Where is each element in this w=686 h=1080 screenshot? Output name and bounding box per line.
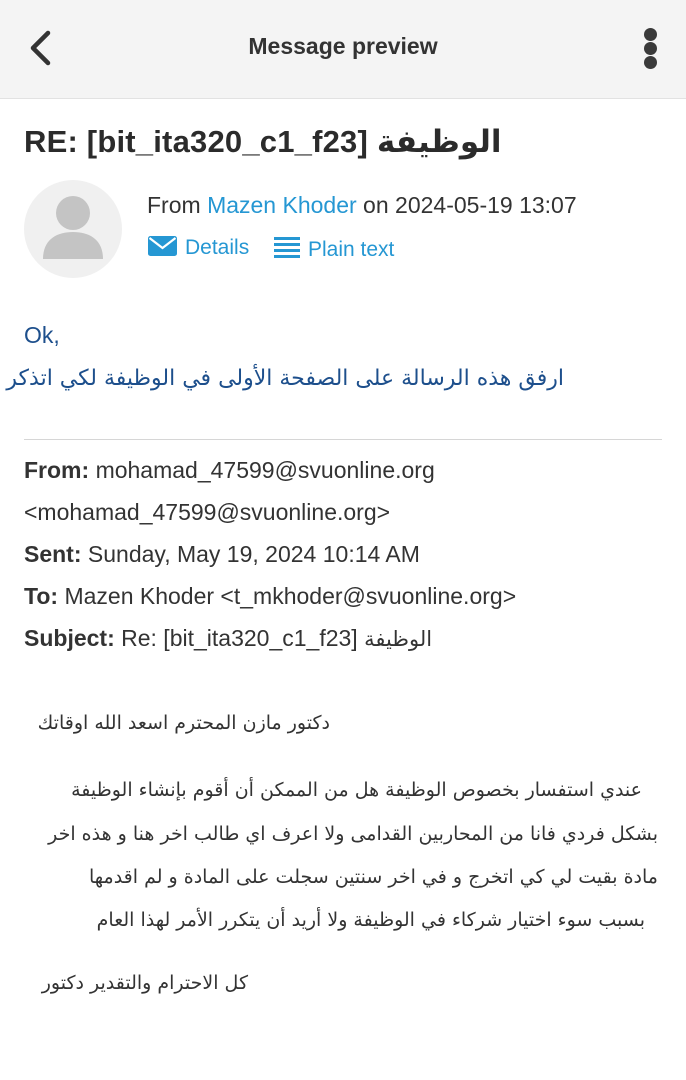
- quoted-subject-label: Subject:: [24, 625, 115, 651]
- quoted-paragraph-line: بشكل فردي فانا من المحاربين القدامى ولا …: [48, 823, 658, 845]
- sender-name-link[interactable]: Mazen Khoder: [207, 192, 357, 218]
- divider: [24, 439, 662, 440]
- body-line-1: Ok,: [24, 322, 60, 348]
- quoted-paragraph-line: مادة بقيت لي كي اتخرج و في اخر سنتين سجل…: [88, 866, 658, 888]
- details-label: Details: [185, 236, 250, 259]
- quoted-closing: كل الاحترام والتقدير دكتور: [41, 972, 248, 994]
- quoted-from-address: <mohamad_47599@svuonline.org>: [24, 499, 391, 525]
- quoted-sent-value: Sunday, May 19, 2024 10:14 AM: [87, 541, 420, 567]
- quoted-from-value: mohamad_47599@svuonline.org: [95, 457, 435, 483]
- quoted-subject-value: Re: [bit_ita320_c1_f23]: [121, 625, 358, 651]
- quoted-sent-label: Sent:: [24, 541, 82, 567]
- plain-text-label: Plain text: [308, 238, 395, 261]
- avatar: [24, 180, 122, 278]
- quoted-subject: Subject: Re: [bit_ita320_c1_f23] الوظيفة: [24, 625, 432, 652]
- on-label: on: [363, 192, 389, 218]
- from-label: From: [147, 192, 201, 218]
- list-lines-icon: [274, 237, 300, 258]
- message-subject: RE: [bit_ita320_c1_f23] الوظيفة: [24, 124, 502, 160]
- subject-arabic: الوظيفة: [376, 124, 502, 160]
- more-vertical-icon[interactable]: [636, 24, 666, 72]
- quoted-to-label: To:: [24, 583, 59, 609]
- plain-text-button[interactable]: Plain text: [274, 235, 394, 262]
- quoted-from-label: From:: [24, 457, 90, 483]
- quoted-to-value: Mazen Khoder <t_mkhoder@svuonline.org>: [64, 583, 517, 609]
- sender-line: From Mazen Khoder on 2024-05-19 13:07: [147, 192, 577, 219]
- quoted-to: To: Mazen Khoder <t_mkhoder@svuonline.or…: [24, 583, 516, 610]
- quoted-sent: Sent: Sunday, May 19, 2024 10:14 AM: [24, 541, 420, 568]
- user-silhouette-icon: [43, 196, 103, 259]
- quoted-subject-arabic: الوظيفة: [364, 627, 433, 651]
- message-date: 2024-05-19 13:07: [395, 192, 577, 218]
- details-button[interactable]: Details: [148, 235, 249, 260]
- top-app-bar: Message preview: [0, 0, 686, 99]
- quoted-greeting: دكتور مازن المحترم اسعد الله اوقاتك: [37, 712, 330, 734]
- subject-prefix: RE: [bit_ita320_c1_f23]: [24, 124, 369, 159]
- quoted-from: From: mohamad_47599@svuonline.org: [24, 457, 435, 484]
- quoted-paragraph-line: بسبب سوء اختيار شركاء في الوظيفة ولا أري…: [96, 909, 645, 931]
- quoted-paragraph-line: عندي استفسار بخصوص الوظيفة هل من الممكن …: [71, 779, 642, 801]
- page-title: Message preview: [248, 33, 438, 59]
- body-line-2: ارفق هذه الرسالة على الصفحة الأولى في ال…: [6, 366, 564, 391]
- envelope-icon: [148, 236, 177, 256]
